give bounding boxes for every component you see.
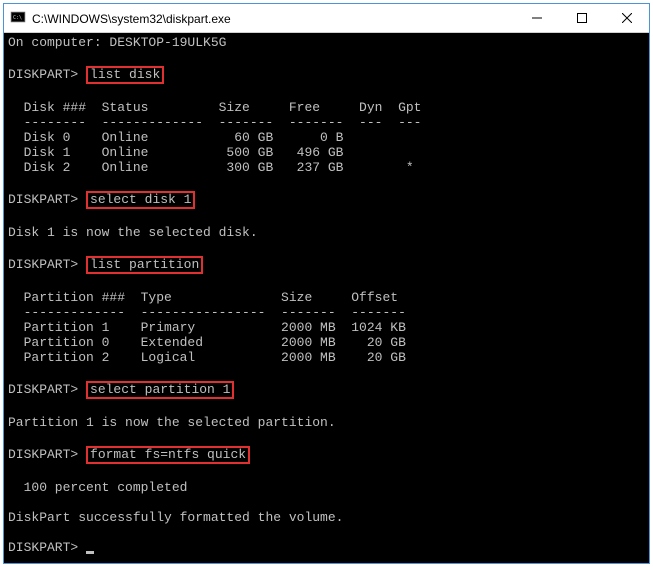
prompt: DISKPART> [8,540,78,555]
titlebar[interactable]: C:\ C:\WINDOWS\system32\diskpart.exe [4,4,649,33]
disk-row: Disk 2 Online 300 GB 237 GB * [8,160,645,175]
computer-line: On computer: DESKTOP-19ULK5G [8,35,645,50]
app-icon: C:\ [10,10,26,26]
disk-row: Disk 0 Online 60 GB 0 B [8,130,645,145]
partition-row: Partition 0 Extended 2000 MB 20 GB [8,335,645,350]
prompt: DISKPART> [8,192,78,207]
prompt: DISKPART> [8,67,78,82]
terminal-output[interactable]: On computer: DESKTOP-19ULK5G DISKPART> li… [4,33,649,563]
cmd-list-partition: list partition [86,256,203,274]
window-title: C:\WINDOWS\system32\diskpart.exe [32,11,514,26]
disk-row: Disk 1 Online 500 GB 496 GB [8,145,645,160]
cmd-list-disk: list disk [86,66,164,84]
maximize-button[interactable] [559,4,604,33]
cmd-select-partition: select partition 1 [86,381,234,399]
cmd-select-disk: select disk 1 [86,191,195,209]
cursor [86,551,94,554]
msg-selected-partition: Partition 1 is now the selected partitio… [8,415,645,430]
svg-text:C:\: C:\ [13,15,22,21]
prompt: DISKPART> [8,382,78,397]
partition-row: Partition 2 Logical 2000 MB 20 GB [8,350,645,365]
diskpart-window: C:\ C:\WINDOWS\system32\diskpart.exe On … [3,3,650,564]
cmd-format: format fs=ntfs quick [86,446,250,464]
partition-row: Partition 1 Primary 2000 MB 1024 KB [8,320,645,335]
partition-table-header: Partition ### Type Size Offset [8,290,645,305]
msg-progress: 100 percent completed [8,480,645,495]
msg-selected-disk: Disk 1 is now the selected disk. [8,225,645,240]
prompt: DISKPART> [8,447,78,462]
close-button[interactable] [604,4,649,33]
disk-table-sep: -------- ------------- ------- ------- -… [8,115,645,130]
minimize-button[interactable] [514,4,559,33]
disk-table-header: Disk ### Status Size Free Dyn Gpt [8,100,645,115]
msg-done: DiskPart successfully formatted the volu… [8,510,645,525]
partition-table-sep: ------------- ---------------- ------- -… [8,305,645,320]
prompt: DISKPART> [8,257,78,272]
